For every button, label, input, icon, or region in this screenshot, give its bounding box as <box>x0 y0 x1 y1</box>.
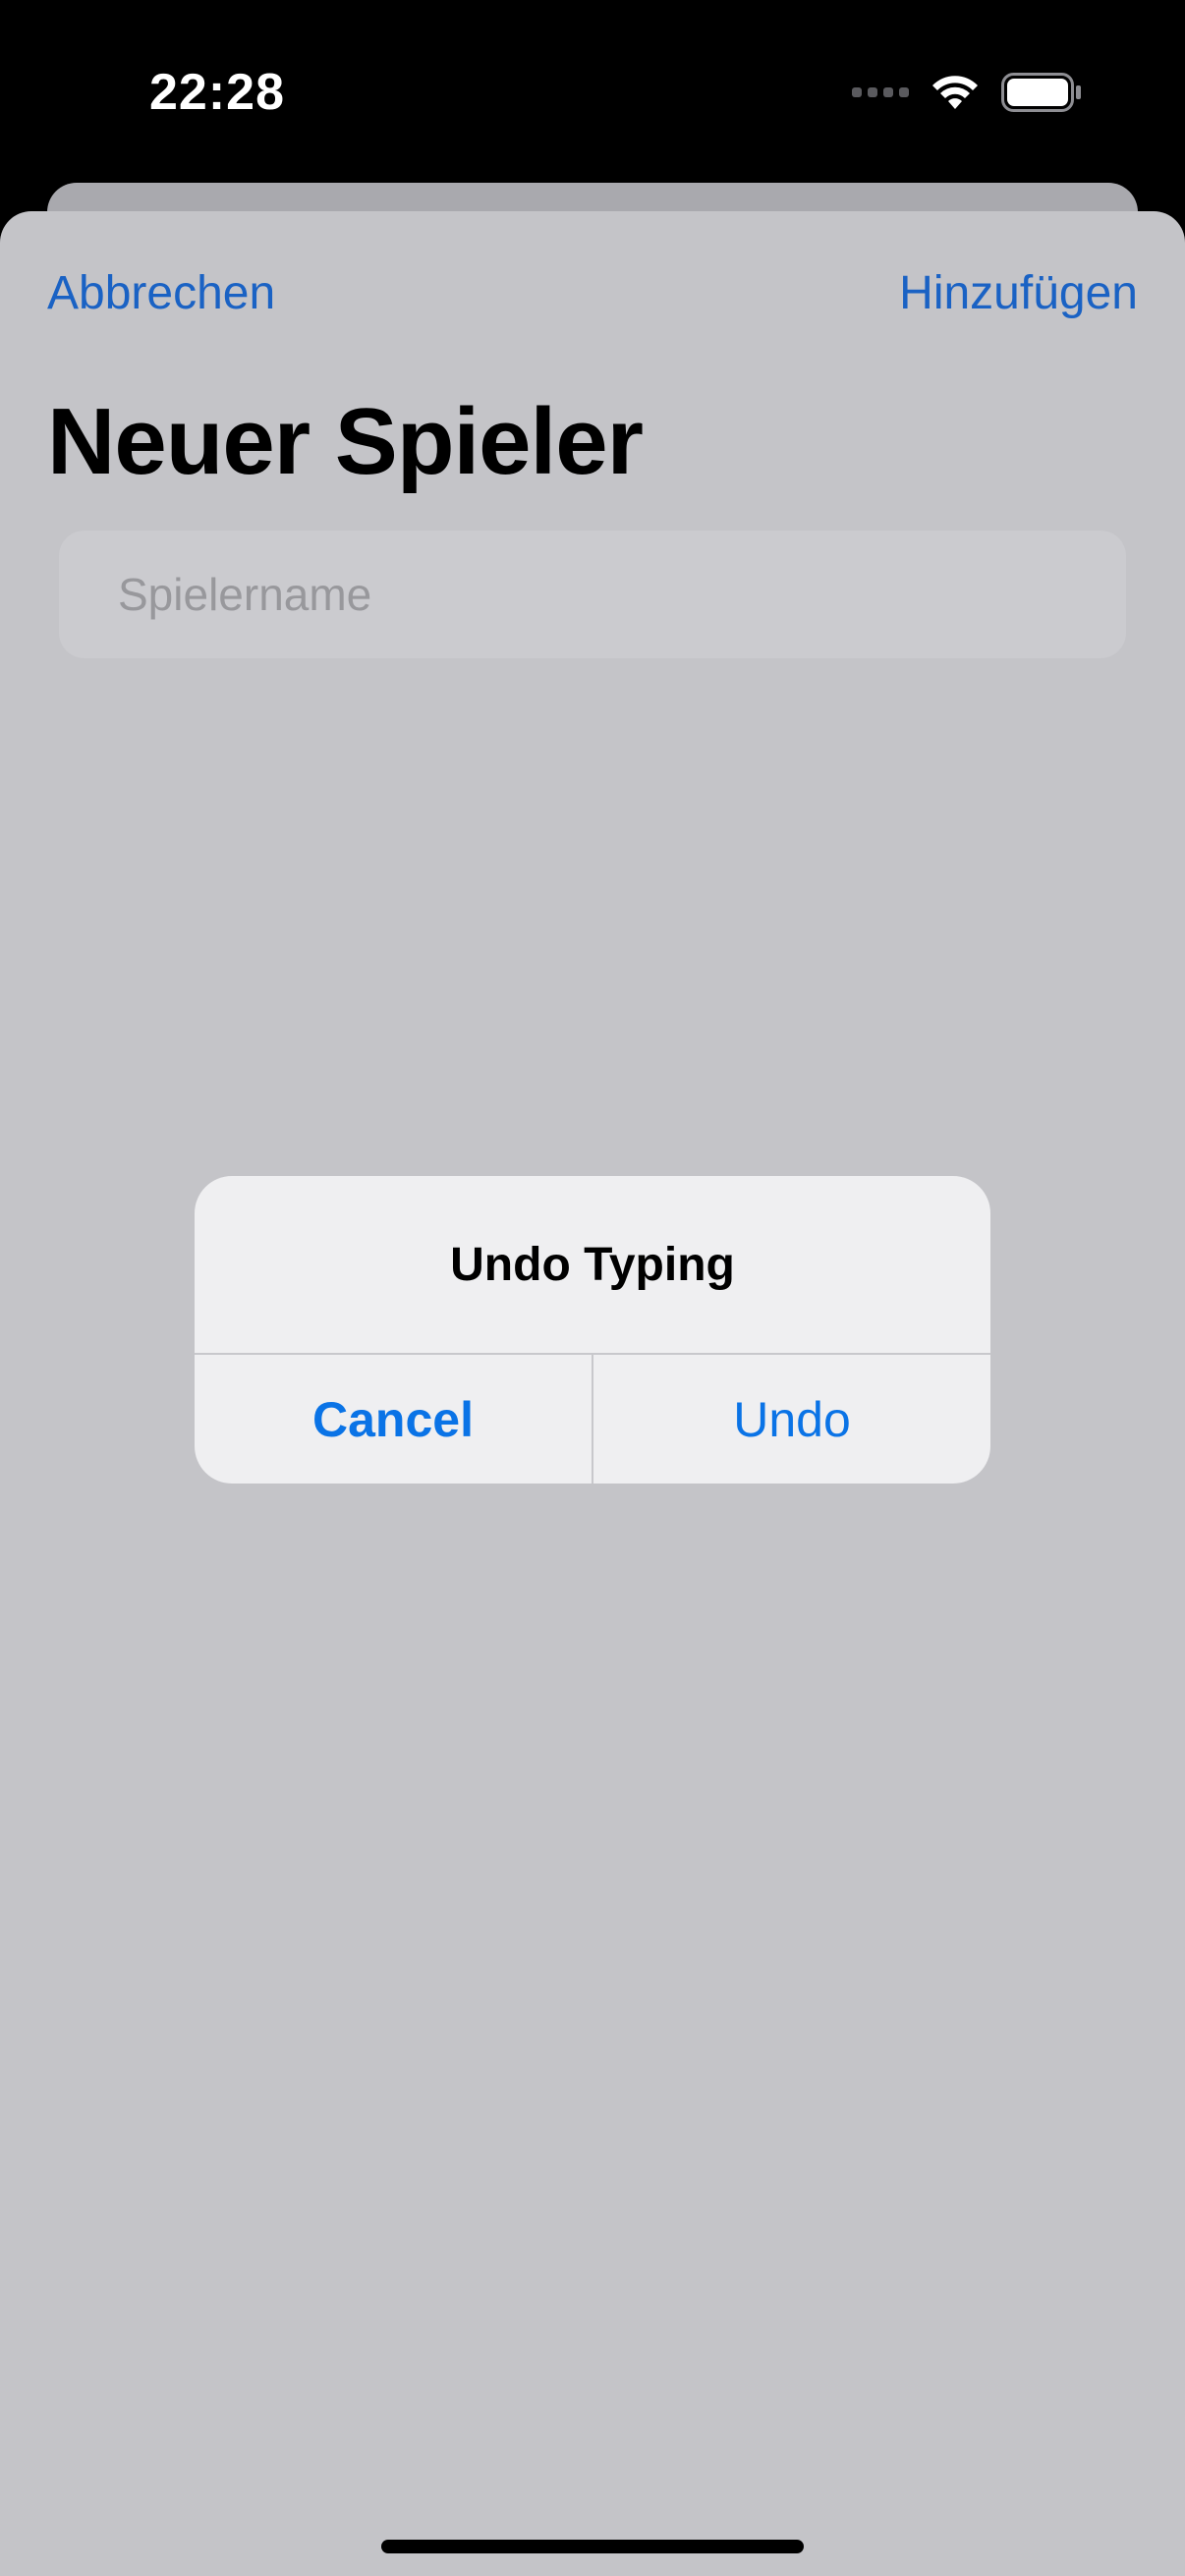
cancel-button[interactable]: Abbrechen <box>47 266 275 320</box>
alert-title: Undo Typing <box>450 1238 735 1291</box>
cellular-signal-icon <box>852 87 909 97</box>
add-button[interactable]: Hinzufügen <box>899 266 1138 320</box>
player-name-input[interactable] <box>59 531 1126 658</box>
home-indicator[interactable] <box>381 2540 804 2553</box>
battery-icon <box>1001 73 1081 112</box>
undo-typing-alert: Undo Typing Cancel Undo <box>195 1176 990 1484</box>
alert-cancel-button[interactable]: Cancel <box>195 1355 592 1484</box>
status-time: 22:28 <box>149 64 285 121</box>
status-indicators <box>852 73 1082 112</box>
wifi-icon <box>932 76 978 109</box>
status-bar: 22:28 <box>0 0 1185 187</box>
player-name-field-container <box>59 531 1126 658</box>
alert-undo-button[interactable]: Undo <box>593 1355 990 1484</box>
page-title: Neuer Spieler <box>47 389 644 494</box>
